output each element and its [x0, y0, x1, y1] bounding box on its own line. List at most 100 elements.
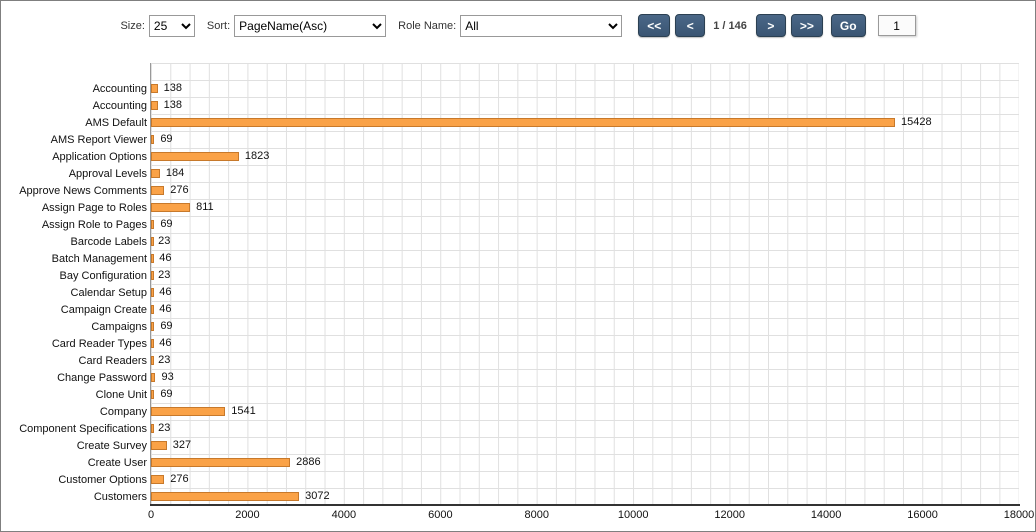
bar: [151, 118, 895, 127]
chart-row: Approval Levels 184: [1, 165, 1019, 182]
next-page-button[interactable]: >: [756, 14, 786, 37]
value-label: 69: [160, 218, 172, 230]
prev-page-button[interactable]: <: [675, 14, 705, 37]
category-label: Accounting: [1, 83, 151, 95]
value-label: 1541: [231, 405, 255, 417]
bar-track: 69: [151, 386, 1019, 403]
bar: [151, 135, 154, 144]
x-tick-label: 18000: [1004, 509, 1035, 521]
category-label: Campaign Create: [1, 304, 151, 316]
chart-row: AMS Default15428: [1, 114, 1019, 131]
value-label: 69: [160, 133, 172, 145]
value-label: 138: [164, 99, 182, 111]
value-label: 23: [158, 235, 170, 247]
page-indicator: 1 / 146: [713, 20, 747, 32]
category-label: Change Password: [1, 372, 151, 384]
category-label: Card Readers: [1, 355, 151, 367]
bar-track: 46: [151, 301, 1019, 318]
bar-track: 46: [151, 250, 1019, 267]
value-label: 23: [158, 269, 170, 281]
value-label: 3072: [305, 490, 329, 502]
bar: [151, 101, 158, 110]
chart-row: Accounting138: [1, 97, 1019, 114]
chart-row: Customer Options276: [1, 471, 1019, 488]
sort-select[interactable]: PageName(Asc): [234, 15, 386, 37]
bar-track: 276: [151, 182, 1019, 199]
category-label: Application Options: [1, 151, 151, 163]
category-label: Assign Page to Roles: [1, 202, 151, 214]
bar: [151, 458, 290, 467]
bar: [151, 305, 154, 314]
bar: [151, 441, 167, 450]
value-label: 93: [161, 371, 173, 383]
bar-track: 23: [151, 420, 1019, 437]
bar-track: 327: [151, 437, 1019, 454]
category-label: Bay Configuration: [1, 270, 151, 282]
x-tick-label: 4000: [332, 509, 356, 521]
chart-row: Company1541: [1, 403, 1019, 420]
bar: [151, 271, 154, 280]
go-button[interactable]: Go: [831, 14, 866, 37]
first-page-button[interactable]: <<: [638, 14, 670, 37]
bar-track: 138: [151, 80, 1019, 97]
category-label: Approval Levels: [1, 168, 151, 180]
value-label: 69: [160, 320, 172, 332]
value-label: 23: [158, 422, 170, 434]
toolbar: Size: 25 Sort: PageName(Asc) Role Name: …: [1, 1, 1035, 37]
bar: [151, 356, 154, 365]
bar: [151, 152, 239, 161]
chart-row: Calendar Setup 46: [1, 284, 1019, 301]
chart-row: Bay Configuration 23: [1, 267, 1019, 284]
category-label: Card Reader Types: [1, 338, 151, 350]
category-label: Calendar Setup: [1, 287, 151, 299]
bar: [151, 322, 154, 331]
bar-track: 23: [151, 233, 1019, 250]
x-tick-label: 16000: [907, 509, 938, 521]
value-label: 46: [159, 337, 171, 349]
page-number-input[interactable]: [878, 15, 916, 36]
category-label: Assign Role to Pages: [1, 219, 151, 231]
value-label: 69: [160, 388, 172, 400]
value-label: 276: [170, 184, 188, 196]
category-label: AMS Report Viewer: [1, 134, 151, 146]
role-name-select[interactable]: All: [460, 15, 622, 37]
value-label: 1823: [245, 150, 269, 162]
category-label: Batch Management: [1, 253, 151, 265]
last-page-button[interactable]: >>: [791, 14, 823, 37]
bar-track: 276: [151, 471, 1019, 488]
bar: [151, 84, 158, 93]
bar-track: 2886: [151, 454, 1019, 471]
category-label: Approve News Comments: [1, 185, 151, 197]
role-name-label: Role Name:: [398, 20, 456, 32]
chart-row: Assign Role to Pages 69: [1, 216, 1019, 233]
bar-track: 69: [151, 131, 1019, 148]
bar-track: 23: [151, 352, 1019, 369]
chart-row: Barcode Labels23: [1, 233, 1019, 250]
category-label: Create User: [1, 457, 151, 469]
value-label: 184: [166, 167, 184, 179]
category-label: Create Survey: [1, 440, 151, 452]
bar-track: 3072: [151, 488, 1019, 505]
bar-track: 138: [151, 97, 1019, 114]
value-label: 327: [173, 439, 191, 451]
bar: [151, 220, 154, 229]
bar: [151, 373, 155, 382]
bar-track: 46: [151, 284, 1019, 301]
category-label: Customers: [1, 491, 151, 503]
value-label: 811: [196, 201, 214, 213]
bar-track: 1823: [151, 148, 1019, 165]
value-label: 23: [158, 354, 170, 366]
value-label: 46: [159, 286, 171, 298]
size-label: Size:: [120, 20, 144, 32]
sort-label: Sort:: [207, 20, 230, 32]
x-tick-label: 8000: [525, 509, 549, 521]
size-select[interactable]: 25: [149, 15, 195, 37]
x-axis-labels: 0200040006000800010000120001400016000180…: [151, 509, 1019, 525]
bar: [151, 186, 164, 195]
bar-track: 1541: [151, 403, 1019, 420]
bar: [151, 407, 225, 416]
category-label: Campaigns: [1, 321, 151, 333]
chart-row: Customers 3072: [1, 488, 1019, 505]
chart-row: Approve News Comments 276: [1, 182, 1019, 199]
bar: [151, 475, 164, 484]
